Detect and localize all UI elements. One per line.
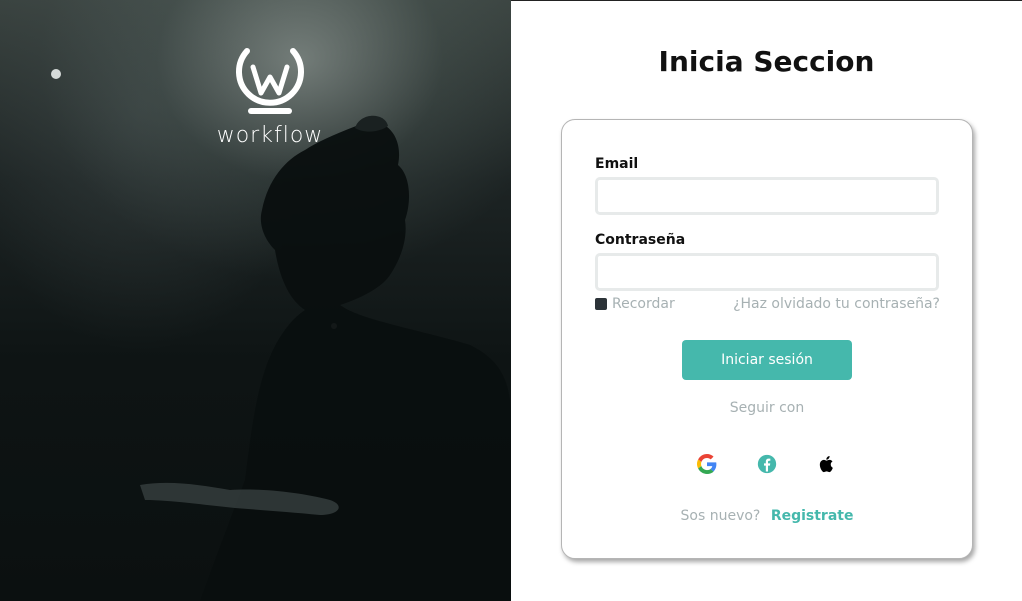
login-button[interactable]: Iniciar sesión [682,340,852,380]
apple-icon [819,456,833,473]
remember-label: Recordar [612,296,675,312]
remember-checkbox[interactable]: Recordar [595,296,675,312]
signup-link[interactable]: Registrate [771,508,854,524]
google-login-button[interactable] [695,452,719,476]
forgot-password-link[interactable]: ¿Haz olvidado tu contraseña? [733,296,940,312]
workflow-logo-icon [236,48,304,114]
login-panel: Inicia Seccion Email Contraseña Recordar… [511,0,1022,601]
brand-logo: workflow [210,45,330,148]
page-title: Inicia Seccion [658,45,875,78]
apple-login-button[interactable] [815,452,839,476]
password-label: Contraseña [595,232,686,248]
signup-row: Sos nuevo? Registrate [562,508,972,524]
email-field[interactable] [595,177,939,215]
follow-with-text: Seguir con [729,400,805,416]
password-field[interactable] [595,253,939,291]
light-orb-1 [51,69,61,79]
google-icon [697,454,717,474]
hero-image-panel: workflow [0,0,511,601]
login-card: Email Contraseña Recordar ¿Haz olvidado … [561,119,973,559]
checkbox-checked-icon[interactable] [595,298,607,310]
brand-name: workflow [216,123,324,148]
person-silhouette [200,120,511,601]
facebook-login-button[interactable] [755,452,779,476]
email-label: Email [595,156,639,172]
new-user-text: Sos nuevo? [680,508,761,524]
facebook-icon [757,454,777,474]
